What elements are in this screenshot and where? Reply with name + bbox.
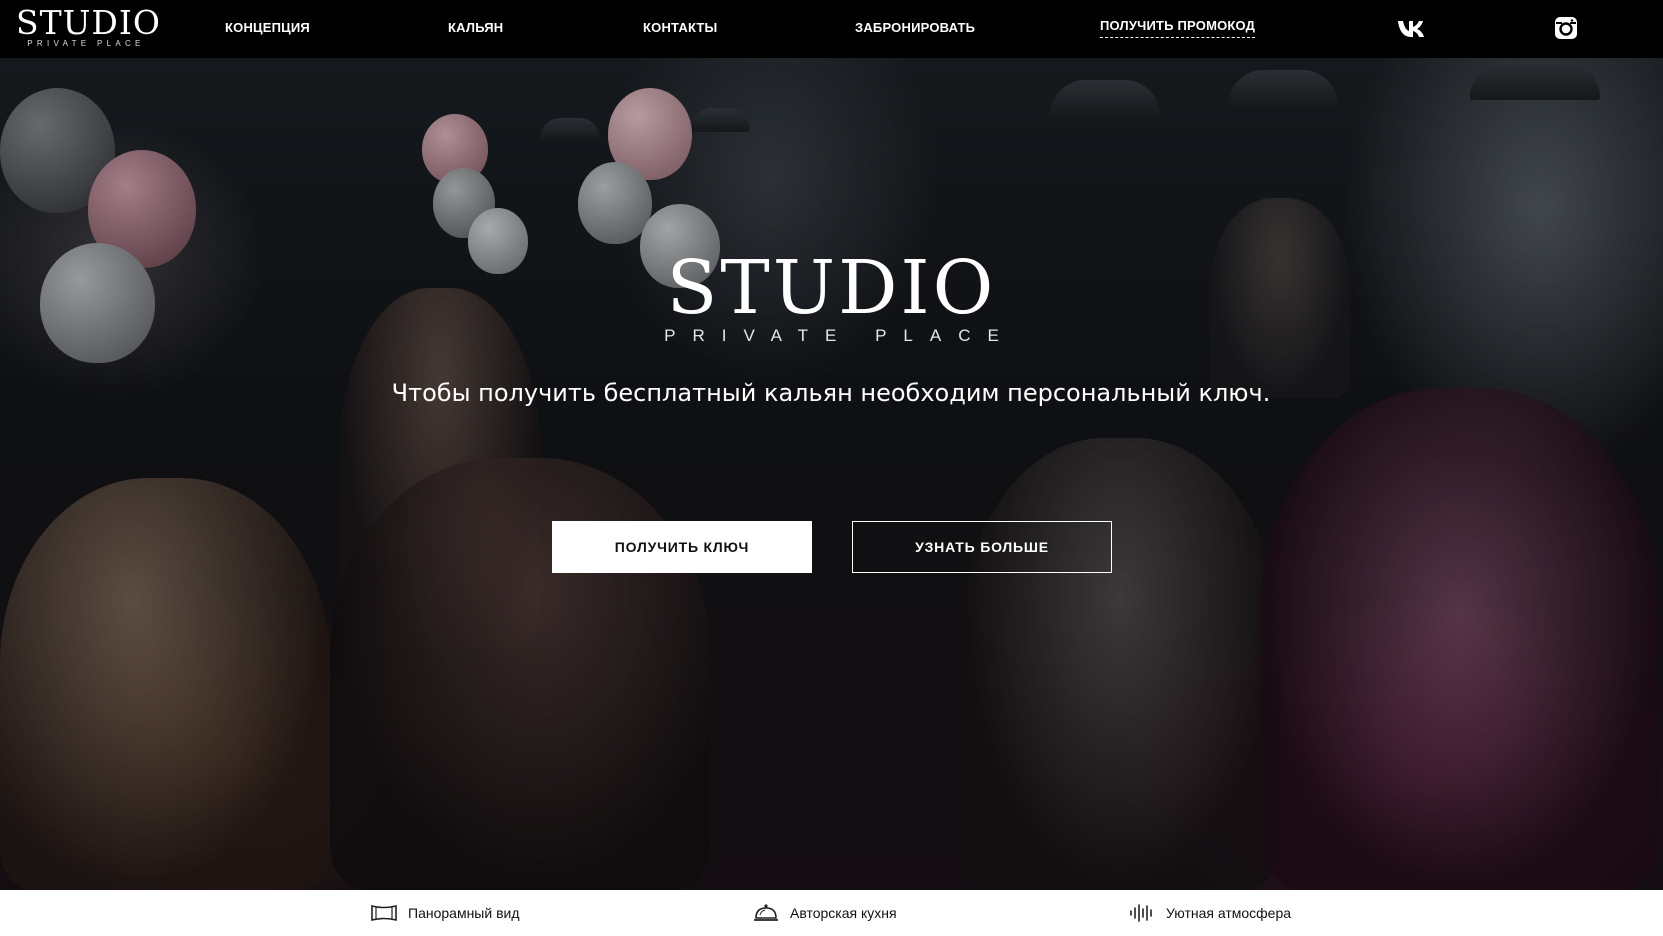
feature-cuisine: Авторская кухня [752,900,897,926]
hero-text: Чтобы получить бесплатный кальян необход… [391,379,1271,407]
nav-hookah[interactable]: КАЛЬЯН [448,20,503,35]
learn-more-button[interactable]: УЗНАТЬ БОЛЬШЕ [852,521,1112,573]
nav-get-promocode[interactable]: ПОЛУЧИТЬ ПРОМОКОД [1100,18,1256,38]
nav-contacts[interactable]: КОНТАКТЫ [643,20,717,35]
logo-tagline: PRIVATE PLACE [27,39,145,48]
panorama-icon [370,902,398,924]
nav-concept[interactable]: КОНЦЕПЦИЯ [225,20,310,35]
features-bar: Панорамный вид Авторская кухня Уютная ат… [0,890,1663,936]
feature-label: Панорамный вид [408,905,520,921]
header-logo[interactable]: STUDIO PRIVATE PLACE [16,3,161,50]
vk-icon[interactable] [1396,15,1426,41]
feature-panorama: Панорамный вид [370,900,520,926]
get-key-button[interactable]: ПОЛУЧИТЬ КЛЮЧ [552,521,812,573]
nav-book[interactable]: ЗАБРОНИРОВАТЬ [855,20,975,35]
feature-label: Авторская кухня [790,905,897,921]
hero-section: STUDIO PRIVATE PLACE Чтобы получить бесп… [0,58,1663,890]
hero-logo-brand: STUDIO [666,245,997,331]
feature-label: Уютная атмосфера [1166,905,1292,921]
cloche-icon [752,902,780,924]
sound-wave-icon [1128,902,1156,924]
hero-logo-tagline: PRIVATE PLACE [664,326,1016,345]
logo-brand: STUDIO [16,3,161,42]
hero-logo: STUDIO PRIVATE PLACE [0,248,1663,346]
instagram-icon[interactable] [1553,15,1583,41]
feature-atmosphere: Уютная атмосфера [1128,900,1291,926]
hero-overlay [0,58,1663,890]
site-header: STUDIO PRIVATE PLACE КОНЦЕПЦИЯ КАЛЬЯН КО… [0,0,1663,58]
